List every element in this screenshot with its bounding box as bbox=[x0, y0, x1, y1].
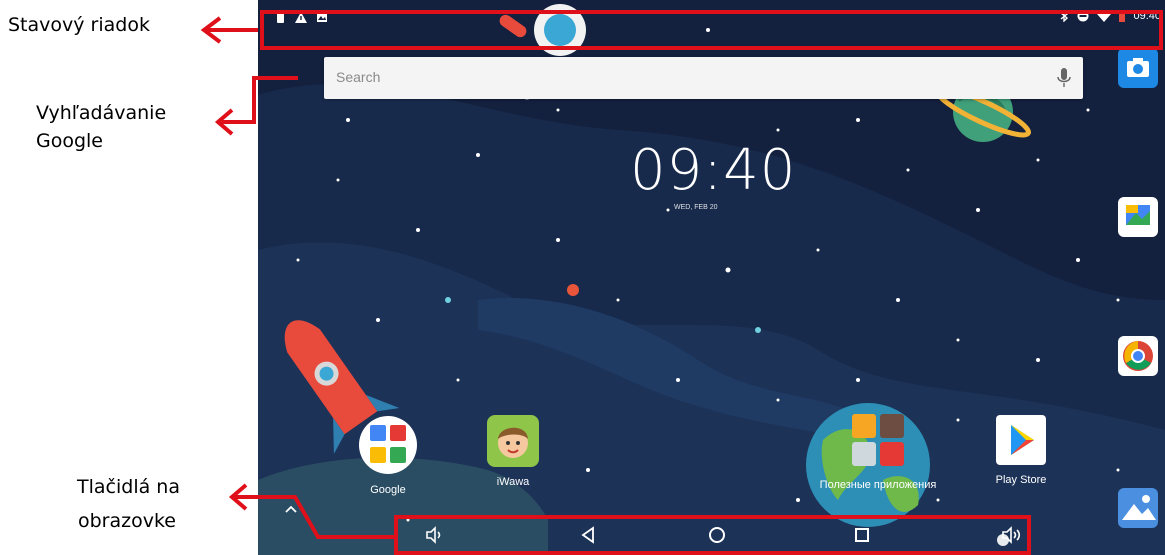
app-label-google: Google bbox=[370, 484, 406, 496]
app-drawer-chevron-icon[interactable] bbox=[284, 504, 298, 514]
app-useful-apps-folder[interactable]: Полезные приложения bbox=[808, 410, 948, 491]
app-google-folder[interactable]: Google bbox=[348, 415, 428, 496]
annotation-search-line2: Google bbox=[36, 130, 104, 152]
chrome-icon bbox=[1123, 341, 1153, 371]
dock-camera[interactable] bbox=[1118, 48, 1158, 88]
clock-widget-date: WED, FEB 20 bbox=[674, 204, 718, 211]
status-bar: 09:40 bbox=[258, 0, 1165, 46]
warning-icon bbox=[295, 11, 307, 23]
do-not-disturb-icon bbox=[1077, 10, 1089, 22]
app-label-iwawa: iWawa bbox=[496, 476, 530, 488]
app-play-store[interactable]: Play Store bbox=[981, 415, 1061, 486]
bluetooth-icon bbox=[1061, 10, 1069, 22]
annotation-buttons-line1: Tlačidlá na bbox=[77, 476, 180, 498]
clock-widget-time[interactable]: 09:40 bbox=[630, 138, 796, 203]
image-icon bbox=[317, 12, 327, 22]
iwawa-app-icon bbox=[487, 415, 539, 467]
back-icon[interactable] bbox=[576, 523, 600, 547]
app-iwawa[interactable]: iWawa bbox=[473, 415, 553, 488]
microphone-icon[interactable] bbox=[1057, 67, 1071, 89]
camera-icon bbox=[1127, 58, 1149, 77]
home-icon[interactable] bbox=[705, 523, 729, 547]
status-bar-time: 09:40 bbox=[1133, 10, 1161, 22]
photos-icon bbox=[1126, 205, 1150, 225]
app-label-useful-apps: Полезные приложения bbox=[819, 479, 937, 491]
battery-icon bbox=[1119, 11, 1126, 22]
status-bar-right-icons: 09:40 bbox=[1059, 10, 1161, 22]
useful-apps-folder-icon bbox=[852, 414, 904, 466]
dock-chrome[interactable] bbox=[1118, 336, 1158, 376]
notification-icon bbox=[277, 11, 284, 23]
tablet-screen: 09:40 Search 09:40 WED, FEB 20 Google iW… bbox=[258, 0, 1165, 555]
status-bar-arrow bbox=[200, 16, 258, 44]
app-label-play-store: Play Store bbox=[995, 474, 1047, 486]
recents-icon[interactable] bbox=[850, 523, 874, 547]
annotation-buttons-line2: obrazovke bbox=[78, 510, 176, 532]
annotation-search-line1: Vyhľadávanie bbox=[36, 102, 167, 124]
status-bar-left-icons bbox=[276, 10, 328, 24]
volume-down-icon[interactable] bbox=[422, 523, 446, 547]
dock-photos[interactable] bbox=[1118, 197, 1158, 237]
annotation-status-bar: Stavový riadok bbox=[8, 14, 150, 36]
volume-up-icon[interactable] bbox=[999, 523, 1023, 547]
wifi-icon bbox=[1097, 10, 1112, 22]
dock-gallery[interactable] bbox=[1118, 488, 1158, 528]
navigation-bar bbox=[396, 517, 1029, 553]
google-search-bar[interactable]: Search bbox=[324, 57, 1083, 99]
play-store-icon bbox=[996, 415, 1046, 465]
gallery-icon bbox=[1122, 495, 1156, 520]
google-folder-icon bbox=[359, 416, 417, 474]
search-input[interactable]: Search bbox=[336, 69, 380, 85]
